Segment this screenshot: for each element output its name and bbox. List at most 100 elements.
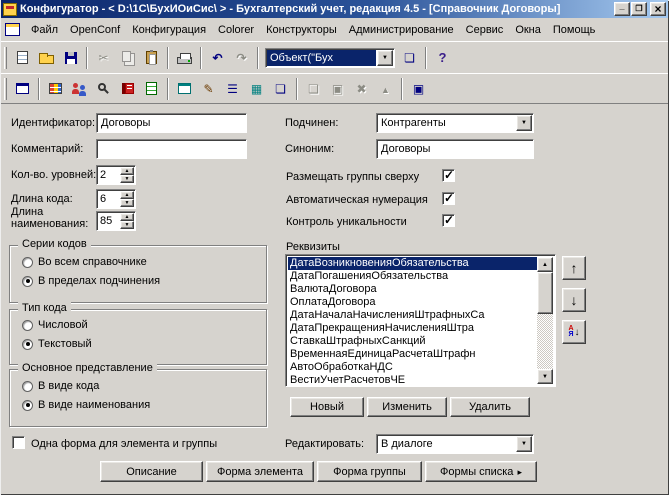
open-file-button[interactable] — [35, 47, 58, 69]
copy-button[interactable] — [116, 47, 139, 69]
single-form-checkbox[interactable] — [12, 436, 25, 449]
radio-row[interactable]: Во всем справочнике — [22, 256, 147, 268]
constants-button[interactable] — [44, 78, 67, 100]
list-item[interactable]: ДатаНачалаНачисленияШтрафныхСа — [288, 309, 537, 322]
attribute-delete-button[interactable]: Удалить — [450, 397, 530, 417]
undo-button[interactable] — [206, 47, 229, 69]
documents-button[interactable] — [140, 78, 163, 100]
new-object-button[interactable] — [302, 78, 325, 100]
menu-item-windows[interactable]: Окна — [509, 21, 547, 39]
list-item[interactable]: ОплатаДоговора — [288, 296, 537, 309]
menu-item-help[interactable]: Помощь — [547, 21, 602, 39]
journals-button[interactable] — [116, 78, 139, 100]
view-as-name-radio[interactable] — [22, 399, 33, 411]
auto-numbering-checkbox[interactable] — [442, 191, 455, 205]
code-type-text-radio[interactable] — [22, 338, 33, 350]
catalogs-button[interactable] — [68, 78, 91, 100]
module-button[interactable] — [269, 78, 292, 100]
dialog-form-button[interactable] — [173, 78, 196, 100]
list-item[interactable]: ДатаПрекращенияНачисленияШтра — [288, 322, 537, 335]
parent-combobox[interactable]: Контрагенты — [376, 113, 534, 133]
code-type-numeric-radio[interactable] — [22, 319, 33, 331]
radio-row[interactable]: В виде наименования — [22, 399, 150, 411]
code-length-spinner[interactable]: 6 — [96, 189, 136, 209]
menu-item-administration[interactable]: Администрирование — [343, 21, 460, 39]
toolbar-grip[interactable] — [4, 77, 7, 100]
cut-button[interactable] — [92, 47, 115, 69]
window-list-button[interactable] — [11, 78, 34, 100]
child-window-system-icon[interactable] — [5, 23, 20, 36]
new-file-button[interactable] — [11, 47, 34, 69]
list-item[interactable]: ДатаПогашенияОбязательства — [288, 270, 537, 283]
attribute-move-down-button[interactable]: ↓ — [562, 288, 586, 312]
menu-item-openconf[interactable]: OpenConf — [64, 21, 126, 39]
element-form-button[interactable]: Форма элемента — [206, 461, 314, 482]
chevron-down-icon[interactable] — [516, 115, 532, 131]
spin-down-button[interactable] — [120, 221, 134, 229]
radio-row[interactable]: Текстовый — [22, 338, 92, 350]
uniqueness-checkbox[interactable] — [442, 213, 455, 227]
list-item[interactable]: ВременнаяЕдиницаРасчетаШтрафн — [288, 348, 537, 361]
minimize-button[interactable] — [614, 2, 630, 16]
close-button[interactable] — [650, 2, 666, 16]
groups-on-top-checkbox[interactable] — [442, 168, 455, 182]
help-button[interactable] — [431, 47, 454, 69]
list-form-button[interactable] — [221, 78, 244, 100]
attribute-edit-button[interactable]: Изменить — [367, 397, 447, 417]
spin-down-button[interactable] — [120, 199, 134, 207]
attribute-move-up-button[interactable]: ↑ — [562, 256, 586, 280]
attributes-listbox[interactable]: ДатаВозникновенияОбязательства ДатаПогаш… — [285, 254, 556, 387]
object-search-combobox[interactable]: Объект("Бух — [265, 47, 395, 68]
move-object-button[interactable] — [374, 78, 397, 100]
spin-up-button[interactable] — [120, 167, 134, 175]
open-module-button[interactable] — [398, 47, 421, 69]
listbox-scrollbar[interactable] — [537, 257, 553, 384]
list-item[interactable]: ВестиУчетРасчетовЧЕ — [288, 374, 537, 384]
toolbar-grip[interactable] — [4, 46, 7, 69]
spin-down-button[interactable] — [120, 175, 134, 183]
paste-button[interactable] — [140, 47, 163, 69]
print-button[interactable] — [173, 47, 196, 69]
menu-item-constructors[interactable]: Конструкторы — [260, 21, 343, 39]
comment-input[interactable] — [96, 139, 247, 159]
table-button[interactable] — [245, 78, 268, 100]
save-button[interactable] — [59, 47, 82, 69]
scroll-down-button[interactable] — [537, 369, 553, 384]
spin-up-button[interactable] — [120, 191, 134, 199]
list-item[interactable]: АвтоОбработкаНДС — [288, 361, 537, 374]
menu-item-service[interactable]: Сервис — [460, 21, 510, 39]
identifier-input[interactable]: Договоры — [96, 113, 247, 133]
name-length-spinner[interactable]: 85 — [96, 211, 136, 231]
code-series-subordinate-radio[interactable] — [22, 275, 33, 287]
spin-up-button[interactable] — [120, 213, 134, 221]
radio-row[interactable]: Числовой — [22, 319, 88, 331]
list-item[interactable]: ВалютаДоговора — [288, 283, 537, 296]
levels-spinner[interactable]: 2 — [96, 165, 136, 185]
radio-row[interactable]: В виде кода — [22, 380, 99, 392]
list-item[interactable]: СтавкаШтрафныхСанкций — [288, 335, 537, 348]
menu-item-file[interactable]: Файл — [25, 21, 64, 39]
copy-object-button[interactable] — [326, 78, 349, 100]
properties-button[interactable] — [407, 78, 430, 100]
group-form-button[interactable]: Форма группы — [317, 461, 422, 482]
chevron-down-icon[interactable] — [516, 436, 532, 452]
redo-button[interactable] — [230, 47, 253, 69]
edit-form-button[interactable] — [197, 78, 220, 100]
menu-item-configuration[interactable]: Конфигурация — [126, 21, 212, 39]
edit-mode-combobox[interactable]: В диалоге — [376, 434, 534, 454]
attribute-new-button[interactable]: Новый — [290, 397, 364, 417]
menu-item-colorer[interactable]: Colorer — [212, 21, 260, 39]
attribute-sort-button[interactable] — [562, 320, 586, 344]
description-button[interactable]: Описание — [100, 461, 203, 482]
chevron-down-icon[interactable] — [377, 49, 393, 66]
global-search-button[interactable] — [92, 78, 115, 100]
restore-button[interactable] — [631, 2, 647, 16]
synonym-input[interactable]: Договоры — [376, 139, 534, 159]
scroll-thumb[interactable] — [537, 272, 553, 314]
radio-row[interactable]: В пределах подчинения — [22, 275, 160, 287]
scroll-up-button[interactable] — [537, 257, 553, 272]
code-series-all-radio[interactable] — [22, 256, 33, 268]
view-as-code-radio[interactable] — [22, 380, 33, 392]
delete-object-button[interactable] — [350, 78, 373, 100]
list-forms-button[interactable]: Формы списка — [425, 461, 537, 482]
